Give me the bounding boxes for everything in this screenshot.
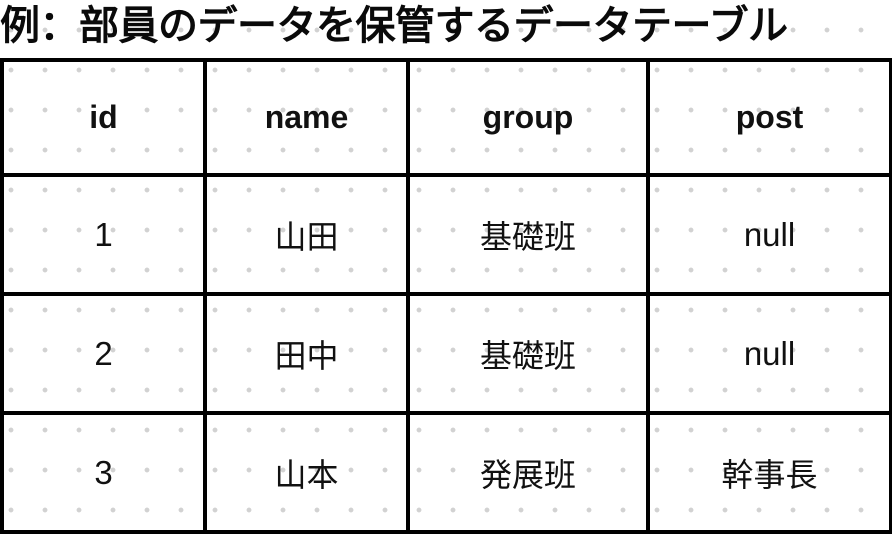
page-title: 例：部員のデータを保管するデータテーブル xyxy=(0,3,788,49)
cell-post: null xyxy=(646,173,892,296)
cell-post: null xyxy=(646,292,892,415)
column-header-name: name xyxy=(203,58,410,177)
cell-group: 基礎班 xyxy=(406,173,650,296)
member-data-table: id name group post 1 山田 基礎班 null 2 田中 基礎… xyxy=(0,58,892,534)
cell-id: 2 xyxy=(0,292,207,415)
table-row: 2 田中 基礎班 null xyxy=(0,292,892,415)
cell-group: 発展班 xyxy=(406,411,650,534)
cell-id: 3 xyxy=(0,411,207,534)
cell-name: 山田 xyxy=(203,173,410,296)
cell-id: 1 xyxy=(0,173,207,296)
table-header-row: id name group post xyxy=(0,58,892,177)
cell-post: 幹事長 xyxy=(646,411,892,534)
column-header-id: id xyxy=(0,58,207,177)
cell-name: 山本 xyxy=(203,411,410,534)
cell-group: 基礎班 xyxy=(406,292,650,415)
column-header-post: post xyxy=(646,58,892,177)
table-row: 1 山田 基礎班 null xyxy=(0,173,892,296)
column-header-group: group xyxy=(406,58,650,177)
table-row: 3 山本 発展班 幹事長 xyxy=(0,411,892,534)
cell-name: 田中 xyxy=(203,292,410,415)
